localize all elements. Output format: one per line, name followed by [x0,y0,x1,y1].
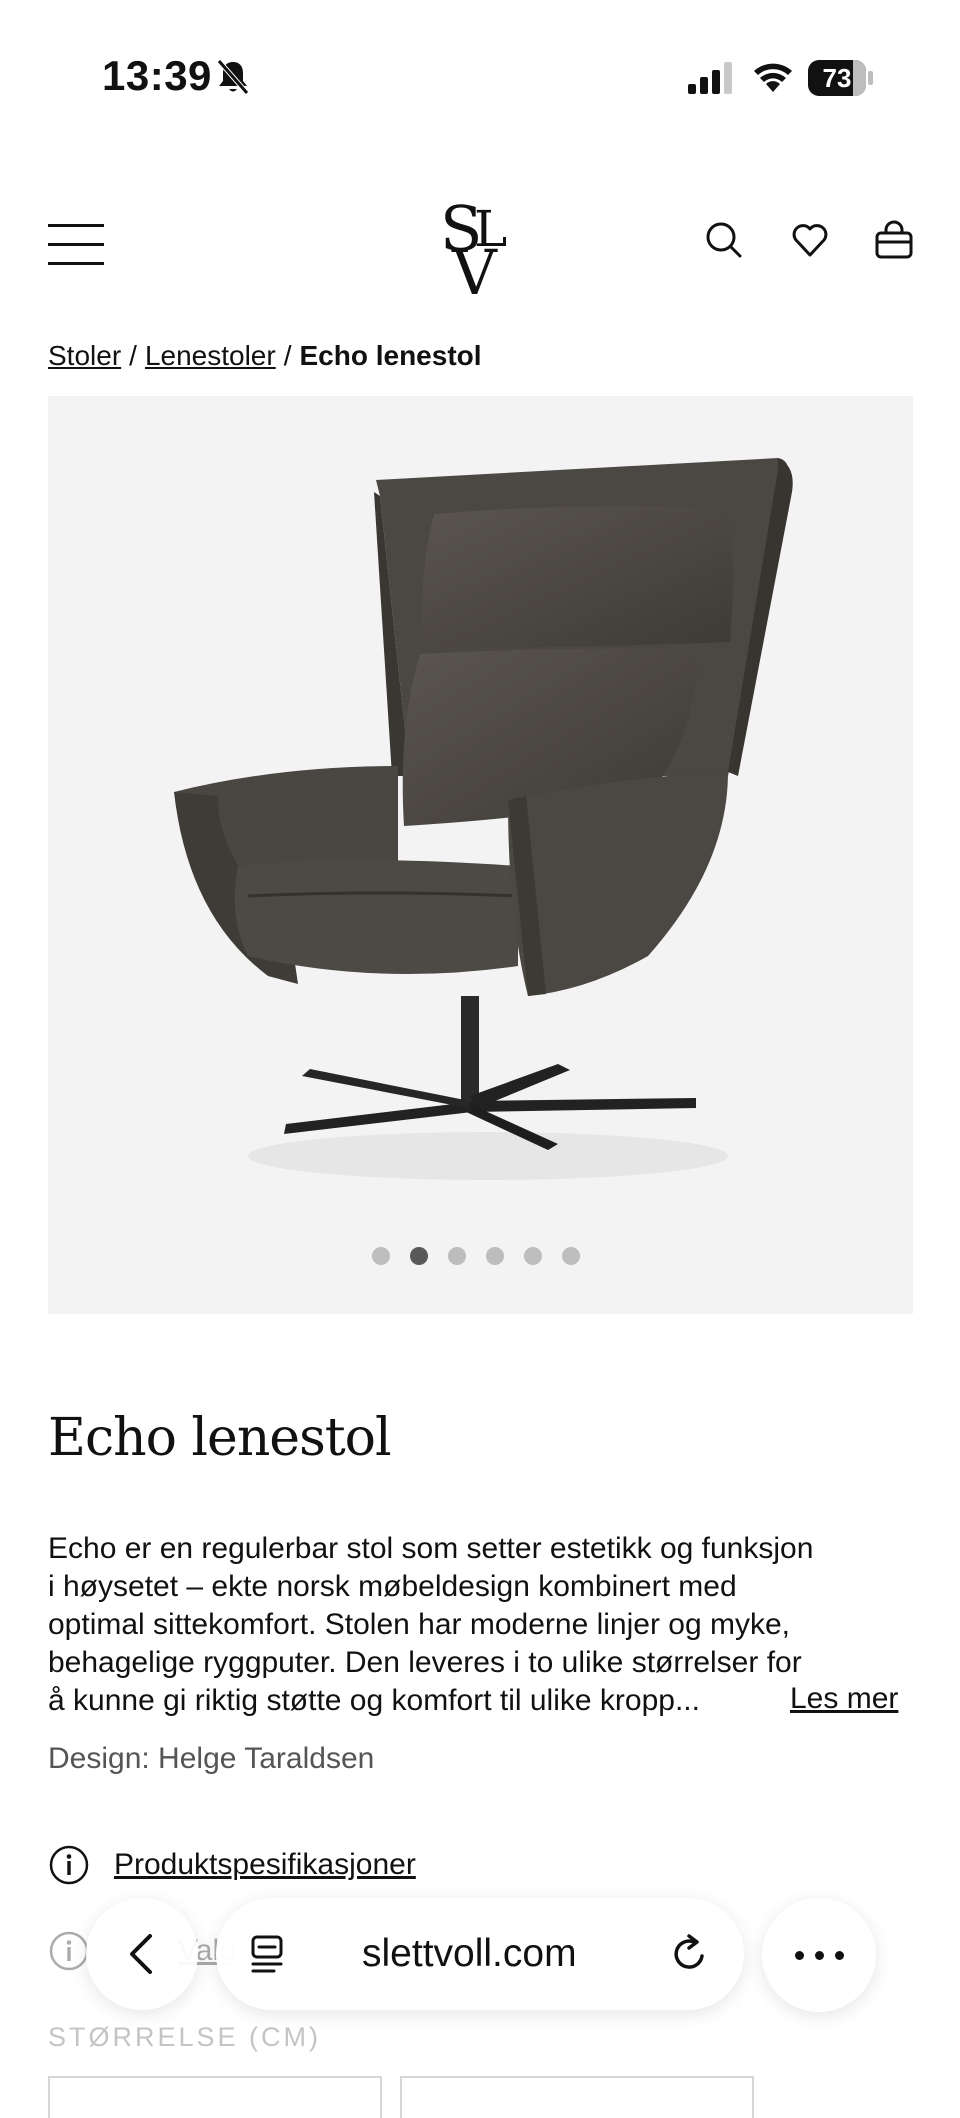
more-options-button[interactable] [762,1898,876,2012]
chevron-left-icon [130,1934,152,1974]
wifi-icon [754,63,792,92]
back-button[interactable] [86,1898,198,2010]
carousel-dots [372,1247,600,1267]
breadcrumb-separator: / [129,340,137,371]
size-option[interactable] [48,2076,382,2118]
description-line: optimal sittekomfort. Stolen har moderne… [48,1608,790,1641]
description-line: å kunne gi riktig støtte og komfort til … [48,1684,700,1717]
slettvoll-logo[interactable]: S L V [430,192,530,309]
carousel-dot[interactable] [562,1247,580,1265]
product-specs-link[interactable]: Produktspesifikasjoner [114,1848,416,1882]
search-icon[interactable] [704,220,744,260]
battery-indicator: 73 [808,60,874,96]
address-bar[interactable]: slettvoll.com [216,1898,744,2010]
description-line: i høysetet – ekte norsk møbeldesign komb… [48,1570,737,1603]
designer-credit: Design: Helge Taraldsen [48,1742,375,1775]
carousel-dot[interactable] [448,1247,466,1265]
site-header: S L V [0,180,960,309]
battery-level: 73 [822,63,852,93]
breadcrumb-current: Echo lenestol [299,340,482,371]
read-more-link[interactable]: Les mer [790,1682,898,1716]
browser-toolbar: slettvoll.com [0,1884,960,2034]
bell-muted-icon [217,59,249,95]
carousel-dot[interactable] [486,1247,504,1265]
reload-icon[interactable] [670,1934,710,1974]
product-image-gallery[interactable] [48,396,913,1314]
url-text[interactable]: slettvoll.com [362,1932,577,1976]
breadcrumb: Stoler / Lenestoler / Echo lenestol [48,340,482,372]
carousel-dot[interactable] [372,1247,390,1265]
cellular-signal-icon [688,62,732,94]
bag-icon[interactable] [874,220,914,260]
info-icon [49,1845,89,1885]
menu-icon[interactable] [48,224,104,265]
description-line: behagelige ryggputer. Den leveres i to u… [48,1646,802,1679]
carousel-dot[interactable] [524,1247,542,1265]
breadcrumb-separator: / [283,340,292,371]
status-time: 13:39 [102,52,212,99]
breadcrumb-link-stoler[interactable]: Stoler [48,340,121,371]
description-line: Echo er en regulerbar stol som setter es… [48,1532,814,1565]
product-image-chair [174,458,793,1180]
product-title: Echo lenestol [48,1408,392,1468]
breadcrumb-link-lenestoler[interactable]: Lenestoler [145,340,276,371]
tabs-overview-icon[interactable] [250,1934,286,1974]
status-bar: 13:39 73 [0,0,960,150]
size-option[interactable] [400,2076,754,2118]
carousel-dot-active[interactable] [410,1247,428,1265]
logo-letter: V [452,236,497,309]
heart-icon[interactable] [790,220,830,260]
product-description: Echo er en regulerbar stol som setter es… [48,1530,918,1720]
